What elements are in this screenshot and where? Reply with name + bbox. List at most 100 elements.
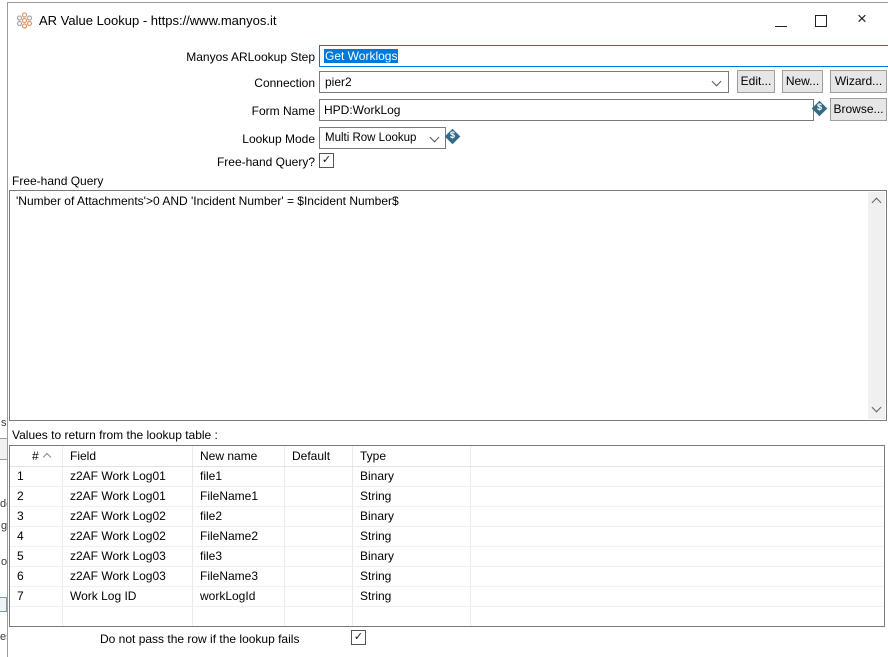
table-cell-filler [471,607,884,626]
table-cell[interactable]: 5 [10,547,63,566]
table-cell[interactable]: z2AF Work Log01 [63,487,193,506]
table-cell[interactable]: 3 [10,507,63,526]
connection-select[interactable]: pier2 [319,71,729,93]
table-cell[interactable]: file3 [193,547,285,566]
new-button[interactable]: New... [782,70,823,93]
table-row[interactable]: 7Work Log IDworkLogId String [10,587,884,607]
table-cell[interactable] [285,547,353,566]
table-cell[interactable] [285,567,353,586]
table-cell[interactable]: FileName2 [193,527,285,546]
browse-button[interactable]: Browse... [830,98,887,121]
scroll-down-icon [872,403,882,413]
table-cell[interactable]: 1 [10,467,63,486]
table-cell[interactable] [285,607,353,626]
table-cell[interactable]: file1 [193,467,285,486]
maximize-button[interactable] [804,3,838,37]
title-bar[interactable]: AR Value Lookup - https://www.manyos.it … [8,3,888,37]
background-text-fragment: s [1,417,7,429]
lookup-values-table[interactable]: # Field New name Default Type 1z2AF Work… [9,445,885,627]
table-cell[interactable]: String [353,567,471,586]
column-header-newname[interactable]: New name [193,446,285,466]
table-cell[interactable]: z2AF Work Log03 [63,547,193,566]
table-cell-filler [471,507,884,526]
ar-value-lookup-dialog: AR Value Lookup - https://www.manyos.it … [7,2,888,657]
connection-value: pier2 [325,75,352,89]
lookup-mode-label: Lookup Mode [141,132,315,146]
form-name-label: Form Name [141,104,315,118]
table-cell[interactable]: Binary [353,507,471,526]
table-cell[interactable] [285,467,353,486]
edit-button[interactable]: Edit... [737,70,775,93]
table-cell-filler [471,487,884,506]
table-row[interactable]: 2z2AF Work Log01FileName1 String [10,487,884,507]
column-header-number[interactable]: # [10,446,63,466]
table-cell[interactable]: z2AF Work Log03 [63,567,193,586]
table-cell[interactable]: workLogId [193,587,285,606]
table-cell[interactable]: 7 [10,587,63,606]
background-box-fragment [0,597,7,612]
table-cell[interactable] [63,607,193,626]
table-header-row[interactable]: # Field New name Default Type [10,446,884,467]
table-cell[interactable] [285,587,353,606]
minimize-button[interactable] [764,3,798,37]
connection-label: Connection [141,76,315,90]
table-cell[interactable] [285,507,353,526]
table-cell[interactable]: Work Log ID [63,587,193,606]
freehand-query-checkbox[interactable]: ✓ [319,153,334,168]
table-cell[interactable]: 6 [10,567,63,586]
table-cell[interactable]: z2AF Work Log02 [63,527,193,546]
table-cell[interactable] [285,527,353,546]
column-header-type[interactable]: Type [353,446,471,466]
table-row[interactable]: 5z2AF Work Log03file3 Binary [10,547,884,567]
table-cell[interactable] [285,487,353,506]
table-cell[interactable]: String [353,527,471,546]
table-cell[interactable]: FileName3 [193,567,285,586]
lookup-mode-value: Multi Row Lookup [325,132,416,144]
table-row[interactable]: 6z2AF Work Log03FileName3 String [10,567,884,587]
column-header-default[interactable]: Default [285,446,353,466]
query-text: 'Number of Attachments'>0 AND 'Incident … [16,194,864,208]
vertical-scrollbar[interactable] [868,192,885,419]
sort-ascending-icon [43,453,51,461]
table-cell[interactable]: file2 [193,507,285,526]
table-cell[interactable]: z2AF Work Log01 [63,467,193,486]
table-cell[interactable]: FileName1 [193,487,285,506]
table-cell[interactable]: Binary [353,547,471,566]
freehand-query-textarea[interactable]: 'Number of Attachments'>0 AND 'Incident … [9,190,887,421]
form-name-input[interactable]: HPD:WorkLog [319,99,814,121]
query-section-label: Free-hand Query [12,174,103,188]
column-header-field[interactable]: Field [63,446,193,466]
table-cell[interactable] [193,607,285,626]
scroll-up-icon [872,198,882,208]
close-button[interactable]: × [848,3,882,37]
table-cell[interactable]: String [353,487,471,506]
freehand-query-label: Free-hand Query? [141,155,315,169]
window-title: AR Value Lookup - https://www.manyos.it [39,13,276,28]
step-name-input[interactable]: Get Worklogs [319,45,888,67]
lookup-mode-select[interactable]: Multi Row Lookup [319,127,446,149]
table-cell[interactable]: Binary [353,467,471,486]
app-logo-icon [16,12,33,29]
checkmark-icon: ✓ [322,154,331,166]
table-row[interactable]: 4z2AF Work Log02FileName2 String [10,527,884,547]
table-cell[interactable]: z2AF Work Log02 [63,507,193,526]
minimize-icon [775,26,787,27]
no-pass-row-checkbox[interactable]: ✓ [351,630,366,645]
table-cell-filler [471,567,884,586]
table-cell[interactable]: 2 [10,487,63,506]
table-row[interactable] [10,607,884,627]
lookup-table-label: Values to return from the lookup table : [12,428,218,442]
table-row[interactable]: 3z2AF Work Log02file2 Binary [10,507,884,527]
table-cell-filler [471,547,884,566]
table-body: 1z2AF Work Log01file1Binary2z2AF Work Lo… [10,467,884,627]
table-cell[interactable] [353,607,471,626]
column-header-filler [471,446,884,466]
close-icon: × [857,9,867,29]
table-cell[interactable]: String [353,587,471,606]
table-cell[interactable]: 4 [10,527,63,546]
wizard-button[interactable]: Wizard... [830,70,887,93]
table-row[interactable]: 1z2AF Work Log01file1 Binary [10,467,884,487]
table-cell[interactable] [10,607,63,626]
chevron-down-icon [430,133,440,143]
checkmark-icon: ✓ [354,631,363,643]
